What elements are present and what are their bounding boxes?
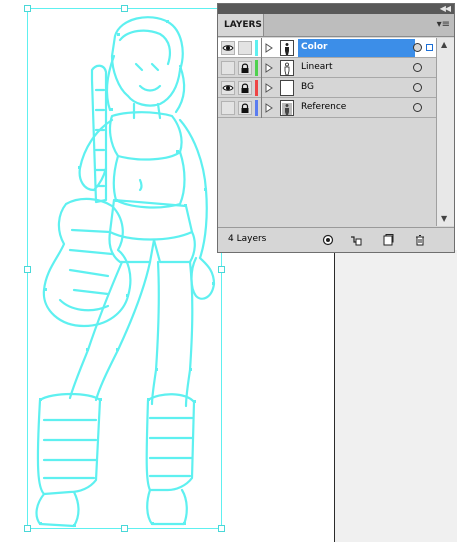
layer-count: 4 Layers [228, 234, 267, 244]
selection-indicator-icon[interactable] [426, 44, 433, 51]
layer-color-indicator [255, 60, 258, 76]
lock-toggle[interactable] [238, 41, 252, 55]
panel-footer: 4 Layers [218, 227, 454, 252]
layer-name[interactable]: Lineart [301, 58, 401, 77]
expand-triangle-icon[interactable] [265, 43, 273, 53]
handle-bottom-right[interactable] [218, 525, 225, 532]
figure-thumbnail-icon [284, 62, 290, 76]
row-divider [261, 98, 262, 118]
row-divider [261, 58, 262, 78]
tab-layers[interactable]: LAYERS [218, 14, 264, 36]
eye-icon [222, 45, 234, 51]
make-clipping-mask-icon[interactable] [322, 234, 334, 246]
handle-bottom-left[interactable] [24, 525, 31, 532]
expand-triangle-icon[interactable] [265, 63, 273, 73]
handle-middle-right[interactable] [218, 266, 225, 273]
panel-title-bar[interactable]: ◀◀ [218, 4, 454, 14]
layer-color-indicator [255, 100, 258, 116]
layer-list: Color Lineart BG Reference [218, 38, 436, 226]
layer-color-indicator [255, 40, 258, 56]
layer-row-lineart[interactable]: Lineart [218, 58, 436, 78]
create-sublayer-icon[interactable] [350, 234, 362, 246]
layer-thumbnail [280, 60, 294, 76]
scroll-up-arrow-icon[interactable]: ▲ [441, 41, 447, 49]
layer-row-reference[interactable]: Reference [218, 98, 436, 118]
row-divider [261, 38, 262, 58]
layer-name[interactable]: Reference [301, 98, 401, 117]
layer-row-bg[interactable]: BG [218, 78, 436, 98]
handle-top-middle[interactable] [121, 5, 128, 12]
visibility-toggle[interactable] [221, 101, 235, 115]
layer-name[interactable]: BG [301, 78, 401, 97]
figure-thumbnail-icon [282, 103, 292, 115]
expand-triangle-icon[interactable] [265, 83, 273, 93]
layers-panel: ◀◀ LAYERS ▾≡ Color Lineart BG Reference … [217, 3, 455, 253]
row-divider [261, 78, 262, 98]
visibility-toggle[interactable] [221, 61, 235, 75]
lock-toggle[interactable] [238, 81, 252, 95]
delete-layer-icon[interactable] [414, 234, 426, 246]
target-circle-icon[interactable] [413, 63, 422, 72]
visibility-toggle[interactable] [221, 81, 235, 95]
layer-thumbnail [280, 40, 294, 56]
lock-toggle[interactable] [238, 101, 252, 115]
layer-list-scrollbar[interactable]: ▲ ▼ [436, 38, 454, 226]
lock-toggle[interactable] [238, 61, 252, 75]
selection-bounding-box[interactable] [24, 5, 225, 532]
handle-middle-left[interactable] [24, 266, 31, 273]
layer-name[interactable]: Color [301, 38, 401, 57]
handle-top-left[interactable] [24, 5, 31, 12]
double-chevron-left-icon[interactable]: ◀◀ [440, 4, 451, 14]
target-circle-icon[interactable] [413, 103, 422, 112]
visibility-toggle[interactable] [221, 41, 235, 55]
panel-menu-icon[interactable]: ▾≡ [437, 19, 450, 31]
lock-icon [241, 103, 249, 113]
scroll-down-arrow-icon[interactable]: ▼ [441, 215, 447, 223]
figure-thumbnail-icon [285, 43, 289, 55]
expand-triangle-icon[interactable] [265, 103, 273, 113]
panel-tab-bar: LAYERS ▾≡ [218, 14, 454, 37]
layer-thumbnail [280, 100, 294, 116]
handle-bottom-middle[interactable] [121, 525, 128, 532]
lock-icon [241, 63, 249, 73]
target-circle-icon[interactable] [413, 43, 422, 52]
layer-row-color[interactable]: Color [218, 38, 436, 58]
layer-thumbnail [280, 80, 294, 96]
eye-icon [222, 85, 234, 91]
create-layer-icon[interactable] [382, 234, 394, 246]
lock-icon [241, 83, 249, 93]
layer-color-indicator [255, 80, 258, 96]
target-circle-icon[interactable] [413, 83, 422, 92]
